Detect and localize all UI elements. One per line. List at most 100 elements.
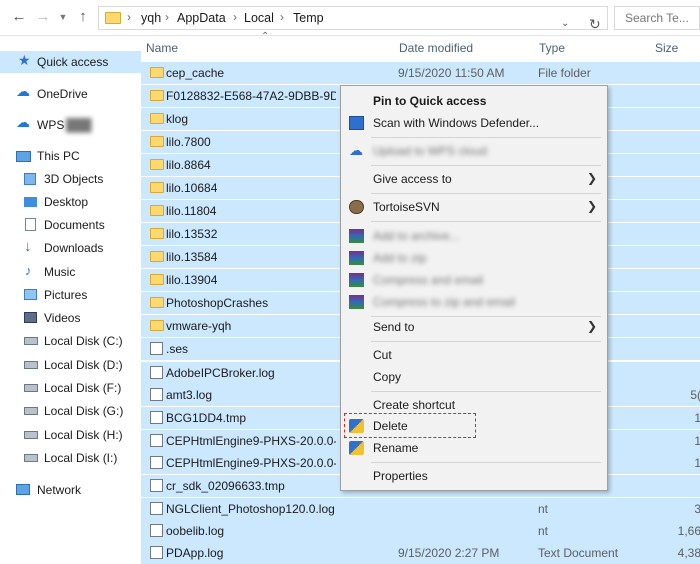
folder-icon <box>150 297 164 308</box>
desktop-icon <box>24 197 37 207</box>
drive-icon <box>24 407 38 415</box>
file-size: 1 <box>694 456 700 470</box>
sidebar-item-disk-f[interactable]: Local Disk (F:) <box>0 377 141 399</box>
forward-arrow-icon[interactable]: → <box>34 8 52 26</box>
menu-item-wps-upload[interactable]: ☁ Upload to WPS cloud <box>343 140 605 162</box>
menu-item-tortoisesvn[interactable]: TortoiseSVN ❯ <box>343 196 605 218</box>
drive-icon <box>24 431 38 439</box>
file-type: nt <box>538 502 549 516</box>
menu-item-give-access[interactable]: Give access to ❯ <box>343 168 605 190</box>
file-name: .ses <box>166 342 189 356</box>
file-icon <box>150 479 163 492</box>
file-row[interactable]: oobelib.log nt 1,66 <box>141 520 700 542</box>
file-name: amt3.log <box>166 388 213 402</box>
network-icon <box>16 484 30 495</box>
chevron-right-icon: ❯ <box>586 319 597 333</box>
breadcrumb-local[interactable]: Local <box>244 11 274 25</box>
menu-separator <box>371 137 601 138</box>
file-icon <box>150 456 163 469</box>
sidebar-item-3d-objects[interactable]: 3D Objects <box>0 168 141 190</box>
address-bar[interactable]: › yqh › AppData › Local › Temp ⌄ ↻ <box>98 6 608 33</box>
file-size: 5( <box>690 388 700 402</box>
menu-separator <box>371 341 601 342</box>
windows-defender-icon <box>349 116 364 130</box>
file-type: File folder <box>538 66 591 80</box>
file-name: CEPHtmlEngine9-PHXS-20.0.0-co <box>166 434 336 448</box>
folder-icon <box>150 90 164 101</box>
column-name[interactable]: Name <box>146 41 178 55</box>
menu-item-scan-defender[interactable]: Scan with Windows Defender... <box>343 112 605 134</box>
sidebar-item-network[interactable]: Network <box>0 479 141 501</box>
sidebar-item-disk-h[interactable]: Local Disk (H:) <box>0 424 141 446</box>
drive-icon <box>24 361 38 369</box>
sidebar-item-wps[interactable]: ☁ WPS ███ <box>0 114 141 136</box>
sidebar-item-videos[interactable]: Videos <box>0 307 141 329</box>
chevron-down-icon[interactable]: ⌄ <box>561 18 569 29</box>
column-type[interactable]: Type <box>539 41 565 55</box>
column-date-modified[interactable]: Date modified <box>399 41 473 55</box>
videos-icon <box>24 312 37 323</box>
file-name: klog <box>166 112 189 126</box>
menu-separator <box>371 221 601 222</box>
sidebar-item-pictures[interactable]: Pictures <box>0 284 141 306</box>
download-icon: ↓ <box>24 238 32 255</box>
menu-item-send-to[interactable]: Send to ❯ <box>343 316 605 338</box>
sidebar-item-music[interactable]: ♪ Music <box>0 261 141 283</box>
breadcrumb-yqh[interactable]: yqh <box>141 11 161 25</box>
file-row[interactable]: NGLClient_Photoshop120.0.log nt 3 <box>141 498 700 520</box>
cloud-icon: ☁ <box>16 83 30 99</box>
tortoise-icon <box>349 200 364 214</box>
up-arrow-icon[interactable]: ↑ <box>74 8 92 26</box>
sidebar-item-this-pc[interactable]: This PC <box>0 145 141 167</box>
computer-icon <box>16 151 31 162</box>
folder-icon <box>150 136 164 147</box>
chevron-right-icon: › <box>233 10 237 24</box>
file-type: Text Document <box>538 546 619 560</box>
sidebar-item-disk-i[interactable]: Local Disk (I:) <box>0 447 141 469</box>
file-size: 1 <box>694 434 700 448</box>
file-name: NGLClient_Photoshop120.0.log <box>166 502 335 516</box>
menu-item-archive-4[interactable]: Compress to zip and email <box>343 291 605 313</box>
file-name: lilo.8864 <box>166 158 211 172</box>
menu-item-rename[interactable]: Rename <box>343 437 605 459</box>
file-name: lilo.11804 <box>166 204 217 218</box>
folder-icon <box>150 205 164 216</box>
menu-item-properties[interactable]: Properties <box>343 465 605 487</box>
file-name: PDApp.log <box>166 546 224 560</box>
recent-locations-icon[interactable]: ▼ <box>54 8 72 26</box>
column-size[interactable]: Size <box>655 41 678 55</box>
sidebar-item-disk-c[interactable]: Local Disk (C:) <box>0 330 141 352</box>
file-row[interactable]: cep_cache 9/15/2020 11:50 AM File folder <box>141 62 700 84</box>
file-icon <box>150 366 163 379</box>
menu-item-archive-1[interactable]: Add to archive... <box>343 225 605 247</box>
breadcrumb-temp[interactable]: Temp <box>293 11 324 25</box>
drive-icon <box>24 454 38 462</box>
menu-item-archive-3[interactable]: Compress and email <box>343 269 605 291</box>
file-size: 4,38 <box>677 546 700 560</box>
file-icon <box>150 388 163 401</box>
menu-item-copy[interactable]: Copy <box>343 366 605 388</box>
address-toolbar: ← → ▼ ↑ › yqh › AppData › Local › Temp ⌄… <box>0 0 700 36</box>
folder-icon <box>150 182 164 193</box>
chevron-right-icon: ❯ <box>586 171 597 185</box>
chevron-right-icon: ❯ <box>586 199 597 213</box>
file-row[interactable]: PDApp.log 9/15/2020 2:27 PM Text Document 4… <box>141 542 700 564</box>
sidebar-item-desktop[interactable]: Desktop <box>0 191 141 213</box>
file-name: AdobeIPCBroker.log <box>166 366 275 380</box>
sidebar-item-documents[interactable]: Documents <box>0 214 141 236</box>
sidebar-item-onedrive[interactable]: ☁ OneDrive <box>0 83 141 105</box>
menu-item-cut[interactable]: Cut <box>343 344 605 366</box>
back-arrow-icon[interactable]: ← <box>10 8 28 26</box>
sidebar-item-disk-d[interactable]: Local Disk (D:) <box>0 354 141 376</box>
menu-item-pin-to-quick-access[interactable]: Pin to Quick access <box>343 90 605 112</box>
breadcrumb-appdata[interactable]: AppData <box>177 11 226 25</box>
sidebar-item-downloads[interactable]: ↓ Downloads <box>0 237 141 259</box>
file-name: BCG1DD4.tmp <box>166 411 247 425</box>
sidebar-item-disk-g[interactable]: Local Disk (G:) <box>0 400 141 422</box>
search-input[interactable]: Search Te... <box>614 6 700 30</box>
menu-separator <box>371 391 601 392</box>
refresh-icon[interactable]: ↻ <box>589 16 601 33</box>
menu-item-archive-2[interactable]: Add to zip <box>343 247 605 269</box>
sidebar-item-quick-access[interactable]: ★ Quick access <box>0 51 141 73</box>
folder-icon <box>150 320 164 331</box>
